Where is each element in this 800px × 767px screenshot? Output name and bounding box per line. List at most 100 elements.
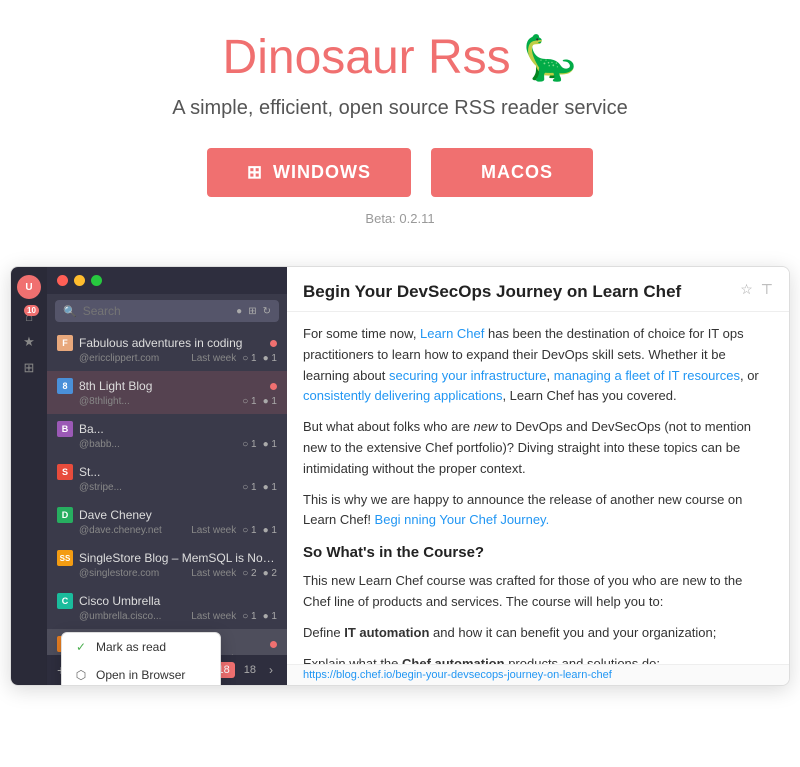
feed-name: Dave Cheney	[79, 508, 277, 522]
learn-chef-link[interactable]: Learn Chef	[420, 326, 484, 341]
context-open-browser-label: Open in Browser	[96, 668, 185, 682]
windows-button[interactable]: ⊞ WINDOWS	[207, 148, 411, 197]
maximize-button[interactable]	[91, 275, 102, 286]
feed-count: ○ 1	[242, 611, 256, 622]
feed-count: ○ 1	[242, 439, 256, 450]
feed-unread-count: ● 1	[263, 611, 277, 622]
hero-section: Dinosaur Rss 🦕 A simple, efficient, open…	[0, 0, 800, 686]
minimize-button[interactable]	[74, 275, 85, 286]
article-header-icons: ☆ ⊤	[740, 281, 773, 298]
grid-icon: ⊞	[248, 306, 256, 317]
feed-time: Last week	[191, 525, 236, 536]
feed-time: Last week	[191, 353, 236, 364]
feed-list: F Fabulous adventures in coding @ericcli…	[47, 328, 287, 655]
strip-icon-home[interactable]: ⌂ 10	[25, 309, 33, 324]
feed-favicon: C	[57, 593, 73, 609]
context-mark-read-label: Mark as read	[96, 640, 166, 654]
feed-unread-count: ● 1	[263, 482, 277, 493]
feed-name: St...	[79, 465, 277, 479]
feed-unread-count: ● 2	[263, 568, 277, 579]
feed-unread-count: ● 0	[263, 654, 277, 655]
feed-favicon: D	[57, 507, 73, 523]
feed-domain: @babb...	[79, 439, 236, 450]
feed-domain: @8thlight...	[79, 396, 236, 407]
feed-domain: @stripe...	[79, 482, 236, 493]
context-open-browser[interactable]: ⬡ Open in Browser	[62, 661, 220, 686]
user-avatar[interactable]: U	[17, 275, 41, 299]
sidebar-left-strip: U ⌂ 10 ★ ⊞	[11, 267, 47, 685]
article-subheading: So What's in the Course?	[303, 541, 773, 565]
feed-count: ○ 0	[242, 654, 256, 655]
feed-favicon: S	[57, 464, 73, 480]
feed-unread-count: ● 1	[263, 439, 277, 450]
pin-icon[interactable]: ⊤	[761, 281, 773, 298]
article-para-3: This is why we are happy to announce the…	[303, 490, 773, 532]
article-footer-url: https://blog.chef.io/begin-your-devsecop…	[287, 664, 789, 685]
notification-badge: 10	[24, 305, 39, 316]
feed-name: Cisco Umbrella	[79, 594, 277, 608]
windows-icon: ⊞	[247, 162, 263, 183]
feed-domain: @ericclippert.com	[79, 353, 185, 364]
article-bullet-1: Define IT automation and how it can bene…	[303, 623, 773, 644]
bookmark-icon[interactable]: ☆	[740, 281, 753, 298]
subtitle: A simple, efficient, open source RSS rea…	[20, 97, 780, 120]
refresh-icon: ↻	[263, 306, 271, 317]
strip-icon-grid[interactable]: ⊞	[24, 360, 35, 376]
search-bar[interactable]: 🔍 ● ⊞ ↻	[55, 300, 279, 322]
feed-count: ○ 1	[242, 482, 256, 493]
feed-name: Ba...	[79, 422, 277, 436]
feed-item[interactable]: S St... @stripe... ○ 1 ● 1	[47, 457, 287, 500]
feed-item[interactable]: F Fabulous adventures in coding @ericcli…	[47, 328, 287, 371]
feed-domain: @singlestore.com	[79, 568, 185, 579]
page-18[interactable]: 18	[239, 662, 261, 678]
feed-count: ○ 1	[242, 525, 256, 536]
search-input[interactable]	[83, 304, 230, 318]
article-header: Begin Your DevSecOps Journey on Learn Ch…	[287, 267, 789, 312]
app-title: Dinosaur Rss 🦕	[20, 30, 780, 85]
close-button[interactable]	[57, 275, 68, 286]
dot-icon: ●	[236, 306, 242, 317]
feed-count: ○ 1	[242, 396, 256, 407]
feed-item-singlestore[interactable]: SS SingleStore Blog – MemSQL is Now Sin.…	[47, 543, 287, 586]
feed-item-cisco[interactable]: C Cisco Umbrella @umbrella.cisco... Last…	[47, 586, 287, 629]
macos-label: MACOS	[481, 162, 553, 183]
feed-favicon: F	[57, 335, 73, 351]
article-content: Begin Your DevSecOps Journey on Learn Ch…	[287, 267, 789, 685]
unread-dot	[270, 340, 277, 347]
feed-favicon: SS	[57, 550, 73, 566]
feed-favicon: B	[57, 421, 73, 437]
article-para-4: This new Learn Chef course was crafted f…	[303, 571, 773, 613]
feed-name: Fabulous adventures in coding	[79, 336, 264, 350]
title-text: Dinosaur Rss	[223, 30, 511, 85]
feed-unread-count: ● 1	[263, 353, 277, 364]
feed-domain: @umbrella.cisco...	[79, 611, 185, 622]
feed-name: SingleStore Blog – MemSQL is Now Sin...	[79, 551, 277, 565]
article-bullet-2: Explain what the Chef automation product…	[303, 654, 773, 664]
article-para-2: But what about folks who are new to DevO…	[303, 417, 773, 479]
context-mark-read[interactable]: ✓ Mark as read	[62, 633, 220, 661]
feed-domain: @dave.cheney.net	[79, 525, 185, 536]
feed-unread-count: ● 1	[263, 525, 277, 536]
feed-count: ○ 1	[242, 353, 256, 364]
feed-item-8th-light[interactable]: 8 8th Light Blog @8thlight... ○ 1 ● 1	[47, 371, 287, 414]
macos-button[interactable]: MACOS	[431, 148, 593, 197]
windows-label: WINDOWS	[273, 162, 371, 183]
securing-link[interactable]: securing your infrastructure	[389, 368, 547, 383]
feed-sidebar: 🔍 ● ⊞ ↻ F Fabulous adventures in coding …	[47, 267, 287, 685]
feed-favicon: 8	[57, 378, 73, 394]
strip-icon-star[interactable]: ★	[23, 334, 35, 350]
article-body: For some time now, Learn Chef has been t…	[287, 312, 789, 664]
delivering-link[interactable]: consistently delivering applications	[303, 388, 502, 403]
managing-link[interactable]: managing a fleet of IT resources	[554, 368, 740, 383]
app-screenshot: U ⌂ 10 ★ ⊞ 🔍 ● ⊞ ↻	[10, 266, 790, 686]
window-titlebar	[47, 267, 287, 294]
unread-dot	[270, 383, 277, 390]
beginning-link[interactable]: Begi nning Your Chef Journey.	[375, 512, 550, 527]
dino-icon: 🦕	[523, 32, 578, 84]
search-icon: 🔍	[63, 305, 77, 318]
feed-time: Last week	[191, 611, 236, 622]
feed-item-dave-cheney[interactable]: D Dave Cheney @dave.cheney.net Last week…	[47, 500, 287, 543]
feed-count: ○ 2	[242, 568, 256, 579]
next-page-button[interactable]: ›	[265, 661, 277, 679]
feed-item[interactable]: B Ba... @babb... ○ 1 ● 1	[47, 414, 287, 457]
